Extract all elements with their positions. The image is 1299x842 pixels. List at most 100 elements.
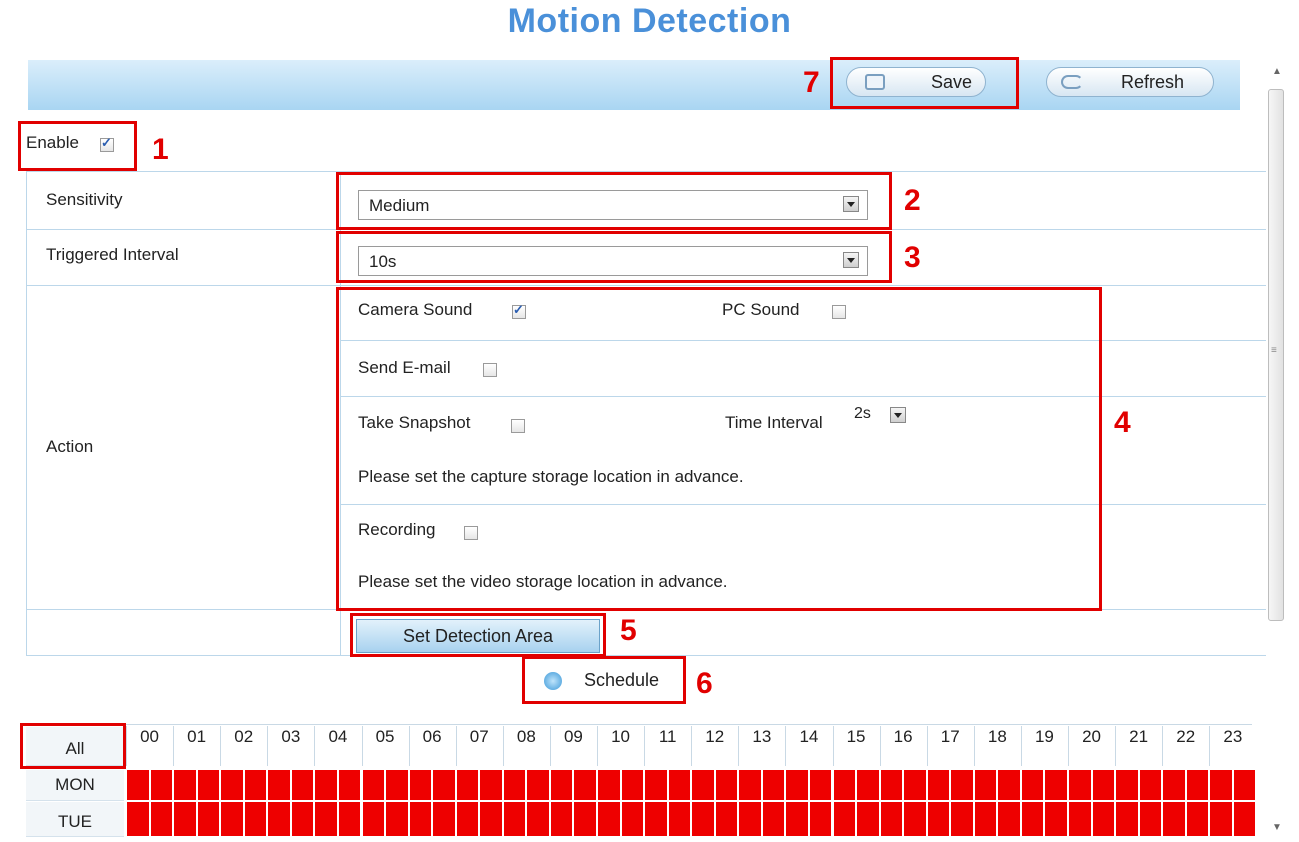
hour-label[interactable]: 00 — [126, 727, 173, 746]
schedule-cell[interactable] — [1116, 802, 1138, 836]
schedule-cell[interactable] — [174, 802, 196, 836]
schedule-cell[interactable] — [127, 802, 149, 836]
schedule-cell[interactable] — [1045, 802, 1067, 836]
schedule-cell[interactable] — [574, 770, 596, 800]
hour-label[interactable]: 11 — [644, 727, 691, 746]
schedule-cell[interactable] — [291, 770, 314, 800]
schedule-cell[interactable] — [645, 770, 667, 800]
schedule-cell[interactable] — [456, 770, 479, 800]
schedule-cell[interactable] — [739, 770, 761, 800]
schedule-cell[interactable] — [550, 770, 573, 800]
schedule-cell[interactable] — [951, 770, 973, 800]
schedule-cell[interactable] — [386, 770, 408, 800]
schedule-cell[interactable] — [480, 770, 502, 800]
schedule-cell[interactable] — [550, 802, 573, 836]
hour-label[interactable]: 19 — [1021, 727, 1068, 746]
schedule-cell[interactable] — [386, 802, 408, 836]
schedule-cell[interactable] — [621, 770, 644, 800]
schedule-cell[interactable] — [433, 770, 455, 800]
scroll-down-icon[interactable]: ▼ — [1272, 822, 1282, 833]
schedule-cell[interactable] — [315, 770, 337, 800]
schedule-cell[interactable] — [715, 802, 738, 836]
schedule-cell[interactable] — [1163, 802, 1185, 836]
schedule-cell[interactable] — [1233, 802, 1256, 836]
schedule-cell[interactable] — [621, 802, 644, 836]
schedule-cell[interactable] — [668, 802, 691, 836]
schedule-cell[interactable] — [1139, 770, 1162, 800]
schedule-cell[interactable] — [904, 770, 926, 800]
hour-label[interactable]: 01 — [173, 727, 220, 746]
hour-label[interactable]: 03 — [267, 727, 314, 746]
schedule-cell[interactable] — [268, 802, 290, 836]
hour-label[interactable]: 06 — [409, 727, 456, 746]
schedule-cell[interactable] — [1116, 770, 1138, 800]
schedule-cell[interactable] — [1092, 770, 1115, 800]
schedule-cell[interactable] — [244, 770, 267, 800]
schedule-cell[interactable] — [338, 770, 361, 800]
schedule-cell[interactable] — [1139, 802, 1162, 836]
schedule-cell[interactable] — [1186, 770, 1209, 800]
schedule-cell[interactable] — [1210, 770, 1232, 800]
hour-label[interactable]: 14 — [785, 727, 832, 746]
hour-label[interactable]: 15 — [833, 727, 880, 746]
hour-label[interactable]: 17 — [927, 727, 974, 746]
schedule-cell[interactable] — [433, 802, 455, 836]
hour-label[interactable]: 22 — [1162, 727, 1209, 746]
hour-label[interactable]: 08 — [503, 727, 550, 746]
hour-label[interactable]: 20 — [1068, 727, 1115, 746]
schedule-cell[interactable] — [574, 802, 596, 836]
hour-label[interactable]: 04 — [314, 727, 361, 746]
schedule-cell[interactable] — [1233, 770, 1256, 800]
schedule-cell[interactable] — [362, 770, 385, 800]
hour-label[interactable]: 07 — [456, 727, 503, 746]
schedule-cell[interactable] — [762, 802, 785, 836]
schedule-cell[interactable] — [598, 802, 620, 836]
schedule-cell[interactable] — [692, 770, 714, 800]
schedule-cell[interactable] — [150, 802, 173, 836]
schedule-cell[interactable] — [786, 802, 808, 836]
schedule-cell[interactable] — [409, 770, 432, 800]
schedule-cell[interactable] — [268, 770, 290, 800]
schedule-cell[interactable] — [951, 802, 973, 836]
schedule-cell[interactable] — [197, 802, 220, 836]
schedule-cell[interactable] — [127, 770, 149, 800]
schedule-cell[interactable] — [503, 802, 526, 836]
schedule-cell[interactable] — [927, 802, 950, 836]
schedule-cell[interactable] — [503, 770, 526, 800]
schedule-cell[interactable] — [527, 770, 549, 800]
schedule-cell[interactable] — [1021, 802, 1044, 836]
schedule-cell[interactable] — [762, 770, 785, 800]
schedule-cell[interactable] — [974, 770, 997, 800]
schedule-cell[interactable] — [221, 802, 243, 836]
schedule-cell[interactable] — [409, 802, 432, 836]
hour-label[interactable]: 16 — [880, 727, 927, 746]
schedule-cell[interactable] — [857, 802, 879, 836]
schedule-cell[interactable] — [174, 770, 196, 800]
schedule-cell[interactable] — [668, 770, 691, 800]
schedule-cell[interactable] — [809, 770, 832, 800]
schedule-cell[interactable] — [904, 802, 926, 836]
schedule-cell[interactable] — [833, 802, 856, 836]
schedule-cell[interactable] — [645, 802, 667, 836]
scroll-up-icon[interactable]: ▲ — [1272, 66, 1282, 77]
hour-label[interactable]: 10 — [597, 727, 644, 746]
hour-label[interactable]: 02 — [220, 727, 267, 746]
schedule-cell[interactable] — [1092, 802, 1115, 836]
schedule-cell[interactable] — [598, 770, 620, 800]
schedule-cell[interactable] — [809, 802, 832, 836]
schedule-cell[interactable] — [998, 770, 1020, 800]
schedule-cell[interactable] — [692, 802, 714, 836]
schedule-cell[interactable] — [362, 802, 385, 836]
schedule-cell[interactable] — [480, 802, 502, 836]
schedule-cell[interactable] — [1186, 802, 1209, 836]
schedule-cell[interactable] — [1021, 770, 1044, 800]
schedule-cell[interactable] — [880, 770, 903, 800]
refresh-button[interactable]: Refresh — [1046, 67, 1214, 97]
schedule-cell[interactable] — [315, 802, 337, 836]
schedule-cell[interactable] — [857, 770, 879, 800]
schedule-cell[interactable] — [715, 770, 738, 800]
schedule-cell[interactable] — [1045, 770, 1067, 800]
schedule-cell[interactable] — [221, 770, 243, 800]
schedule-cell[interactable] — [880, 802, 903, 836]
hour-label[interactable]: 21 — [1115, 727, 1162, 746]
